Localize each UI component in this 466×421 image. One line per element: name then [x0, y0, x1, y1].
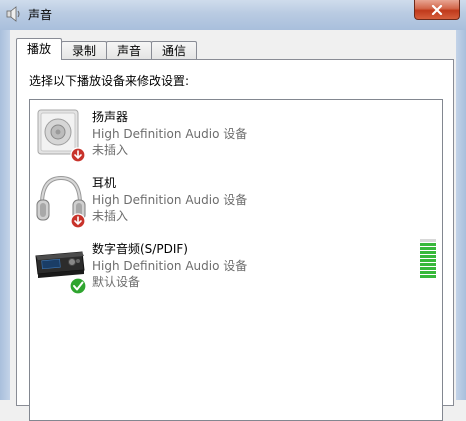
dialog-client-area: 播放 录制 声音 通信 选择以下播放设备来修改设置: 扬声器 High Defi…	[10, 30, 456, 421]
device-list[interactable]: 扬声器 High Definition Audio 设备 未插入 耳机 High	[29, 99, 443, 421]
tab-communications[interactable]: 通信	[151, 41, 198, 60]
title-bar[interactable]: 声音	[0, 0, 466, 31]
tab-sounds[interactable]: 声音	[106, 41, 153, 60]
level-segment	[420, 263, 436, 266]
speaker-icon[interactable]	[6, 6, 22, 22]
close-icon	[431, 4, 443, 15]
device-driver: High Definition Audio 设备	[92, 259, 248, 273]
level-segment	[420, 259, 436, 262]
device-status: 未插入	[92, 209, 129, 223]
level-segment	[420, 271, 436, 274]
speaker-unplugged-icon	[37, 109, 86, 163]
level-segment	[420, 243, 436, 246]
tab-recording[interactable]: 录制	[61, 41, 108, 60]
list-item-headphones[interactable]: 耳机 High Definition Audio 设备 未插入	[30, 170, 440, 236]
level-segment	[420, 247, 436, 250]
playback-panel: 选择以下播放设备来修改设置: 扬声器 High Definition Audio…	[16, 59, 454, 421]
device-status: 未插入	[92, 143, 129, 157]
list-item-spdif[interactable]: 数字音频(S/PDIF) High Definition Audio 设备 默认…	[30, 236, 440, 302]
device-driver: High Definition Audio 设备	[92, 193, 248, 207]
level-segment	[420, 255, 436, 258]
volume-level-meter	[420, 236, 436, 278]
instruction-text: 选择以下播放设备来修改设置:	[29, 74, 190, 88]
device-name: 耳机	[92, 176, 117, 190]
window-frame-left	[0, 30, 10, 400]
window-frame-right	[456, 30, 466, 400]
device-status: 默认设备	[92, 275, 141, 289]
level-segment	[420, 251, 436, 254]
list-item-speakers[interactable]: 扬声器 High Definition Audio 设备 未插入	[30, 104, 440, 170]
spdif-default-icon	[35, 251, 87, 295]
device-name: 扬声器	[92, 110, 129, 124]
tab-playback[interactable]: 播放	[16, 38, 63, 60]
close-button[interactable]	[414, 0, 460, 20]
tab-bar: 播放 录制 声音 通信	[16, 38, 198, 60]
window-title: 声音	[28, 8, 53, 22]
device-name: 数字音频(S/PDIF)	[92, 242, 188, 256]
level-segment	[420, 267, 436, 270]
level-segment	[420, 275, 436, 278]
level-segment	[420, 239, 436, 242]
headphones-unplugged-icon	[36, 175, 86, 229]
device-driver: High Definition Audio 设备	[92, 127, 248, 141]
